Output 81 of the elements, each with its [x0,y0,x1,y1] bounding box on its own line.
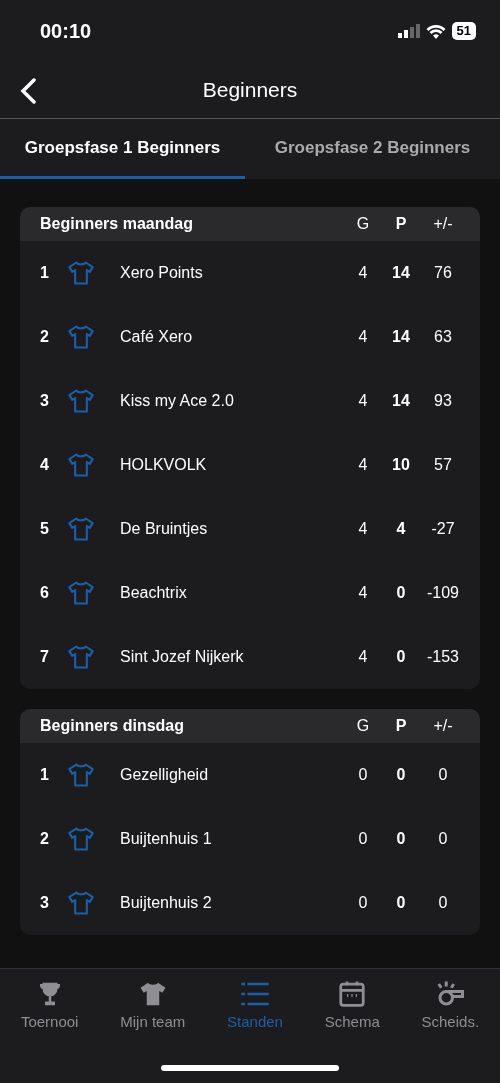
team-name: HOLKVOLK [120,456,208,474]
rank: 7 [40,648,50,666]
point-difference: 63 [433,328,453,346]
rank: 1 [40,766,50,784]
team-name: Sint Jozef Nijkerk [120,648,245,666]
points: 0 [395,584,407,602]
points: 14 [391,264,411,282]
shirt-icon [66,579,96,607]
games-played: 4 [357,648,369,666]
rank: 2 [40,328,50,346]
points: 14 [391,392,411,410]
tab-bar-item[interactable]: Toernooi [20,979,79,1031]
tab[interactable]: Groepsfase 2 Beginners [245,119,500,179]
shirt-icon [66,259,96,287]
point-difference: 0 [437,830,449,848]
point-difference: 76 [433,264,453,282]
rank: 2 [40,830,50,848]
battery-level: 51 [451,22,476,40]
signal-icon [397,24,420,38]
group-title: Beginners dinsdag [40,717,186,735]
team-name: Gezelligheid [120,766,210,784]
shirt-icon [66,387,96,415]
rank: 4 [40,456,50,474]
games-played: 4 [357,392,369,410]
games-played: 4 [357,264,369,282]
column-header: +/- [432,215,454,233]
rank: 5 [40,520,50,538]
rank: 3 [40,392,50,410]
column-header: P [394,215,408,233]
points: 4 [395,520,407,538]
shirt-icon [66,889,96,917]
wifi-icon [425,23,446,39]
tab-bar-item[interactable]: Schema [324,979,380,1031]
group-title: Beginners maandag [40,215,194,233]
point-difference: 0 [437,894,449,912]
point-difference: 0 [437,766,449,784]
shirt-icon [66,643,96,671]
status-time: 00:10 [40,19,92,43]
point-difference: -27 [430,520,456,538]
team-name: Kiss my Ace 2.0 [120,392,235,410]
tab-bar-item[interactable]: Standen [227,979,283,1031]
shirt-icon [66,451,96,479]
team-name: Buijtenhuis 1 [120,830,213,848]
points: 14 [391,328,411,346]
shirt-icon [66,515,96,543]
games-played: 4 [357,584,369,602]
rank: 1 [40,264,50,282]
tab[interactable]: Groepsfase 1 Beginners [0,119,245,179]
page-title: Beginners [202,78,298,102]
games-played: 4 [357,520,369,538]
point-difference: -153 [426,648,460,666]
rank: 6 [40,584,50,602]
point-difference: 57 [433,456,453,474]
column-header: +/- [432,717,454,735]
team-name: Xero Points [120,264,204,282]
point-difference: 93 [433,392,453,410]
team-name: Café Xero [120,328,194,346]
games-played: 0 [357,766,369,784]
points: 0 [395,766,407,784]
games-played: 0 [357,894,369,912]
points: 0 [395,894,407,912]
rank: 3 [40,894,50,912]
points: 0 [395,648,407,666]
games-played: 4 [357,328,369,346]
calendar-icon [337,979,368,1009]
tab-bar-item[interactable]: Mijn team [120,979,186,1031]
shirt-icon [66,761,96,789]
points: 0 [395,830,407,848]
games-played: 4 [357,456,369,474]
team-name: Buijtenhuis 2 [120,894,213,912]
column-header: P [394,717,408,735]
column-header: G [355,215,371,233]
points: 10 [391,456,411,474]
games-played: 0 [357,830,369,848]
shirt-icon [66,323,96,351]
point-difference: -109 [426,584,460,602]
column-header: G [355,717,371,735]
team-name: De Bruintjes [120,520,209,538]
team-name: Beachtrix [120,584,188,602]
tab-bar-item[interactable]: Scheids. [421,979,480,1031]
shirt-icon [66,825,96,853]
